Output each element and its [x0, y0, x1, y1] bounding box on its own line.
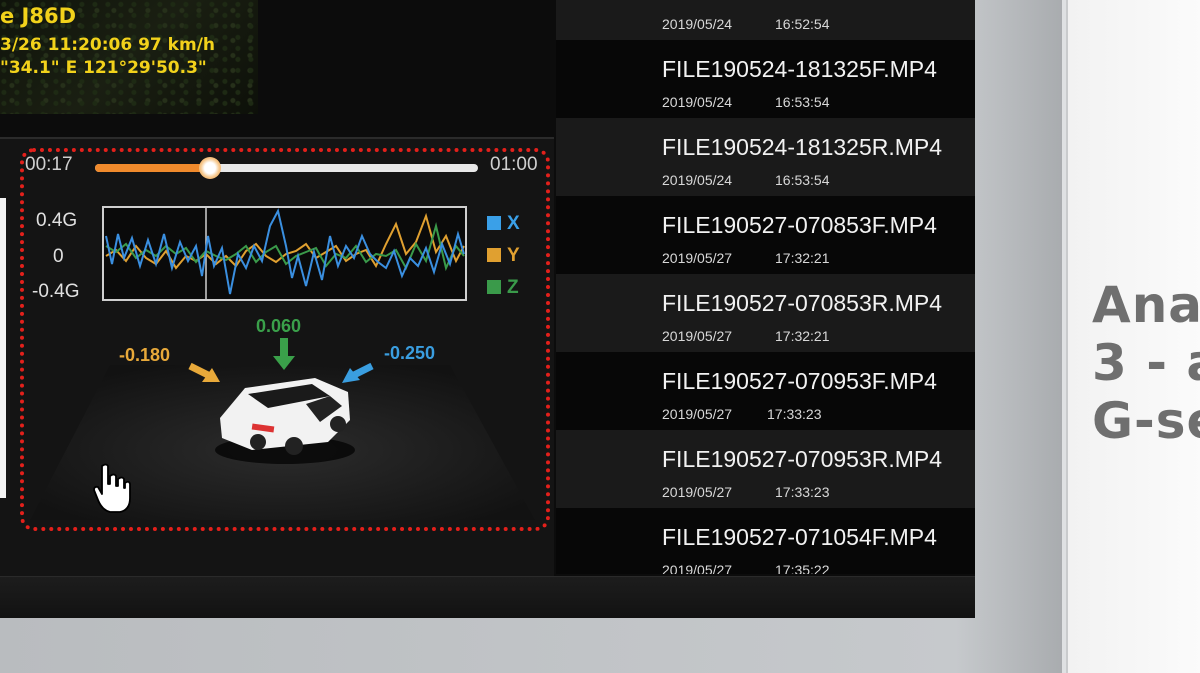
file-row[interactable]: FILE190527-070853F.MP4 2019/05/27 17:32:…	[556, 196, 975, 274]
file-date: 2019/05/24	[662, 172, 733, 188]
file-row[interactable]: FILE190527-070953F.MP4 2019/05/27 17:33:…	[556, 352, 975, 430]
file-date: 2019/05/27	[662, 328, 733, 344]
file-name: FILE190527-070953R.MP4	[662, 446, 943, 472]
video-osd-datetime-speed: 3/26 11:20:06 97 km/h	[0, 35, 216, 55]
promo-line-3: G-se	[1092, 392, 1200, 450]
file-time: 17:33:23	[775, 484, 830, 500]
promo-heading: Ana 3 - a G-se	[1092, 276, 1200, 450]
file-name: FILE190527-070853F.MP4	[662, 212, 937, 238]
map-strip	[0, 198, 6, 498]
file-name: FILE190524-181325R.MP4	[662, 134, 943, 160]
file-date: 2019/05/27	[662, 484, 733, 500]
file-date: 2019/05/24	[662, 16, 733, 32]
file-time: 17:32:21	[775, 328, 830, 344]
highlight-frame	[20, 148, 550, 531]
file-name: FILE190527-071054F.MP4	[662, 524, 937, 550]
app-bottom-bar	[0, 576, 975, 618]
file-date: 2019/05/27	[662, 250, 733, 266]
file-date: 2019/05/27	[662, 562, 733, 574]
file-time: 17:32:21	[775, 250, 830, 266]
file-time: 16:53:54	[775, 172, 830, 188]
file-name: FILE190527-070953F.MP4	[662, 368, 937, 394]
file-row[interactable]: FILE190527-070853R.MP4 2019/05/27 17:32:…	[556, 274, 975, 352]
file-time: 16:53:54	[775, 94, 830, 110]
promo-line-1: Ana	[1092, 276, 1200, 334]
file-time: 17:35:22	[775, 562, 830, 574]
file-row[interactable]: 2019/05/24 16:52:54	[556, 0, 975, 40]
file-time: 17:33:23	[767, 406, 822, 422]
file-row[interactable]: FILE190524-181325F.MP4 2019/05/24 16:53:…	[556, 40, 975, 118]
file-list: 2019/05/24 16:52:54 FILE190524-181325F.M…	[556, 0, 975, 576]
file-name: FILE190524-181325F.MP4	[662, 56, 937, 82]
promo-line-2: 3 - a	[1092, 334, 1200, 392]
file-date: 2019/05/24	[662, 94, 733, 110]
file-time: 16:52:54	[775, 16, 830, 32]
file-row[interactable]: FILE190524-181325R.MP4 2019/05/24 16:53:…	[556, 118, 975, 196]
video-osd-plate: e J86D	[0, 4, 77, 28]
file-row[interactable]: FILE190527-070953R.MP4 2019/05/27 17:33:…	[556, 430, 975, 508]
video-frame[interactable]: e J86D 3/26 11:20:06 97 km/h "34.1" E 12…	[0, 0, 258, 114]
file-row[interactable]: FILE190527-071054F.MP4 2019/05/27 17:35:…	[556, 508, 975, 574]
file-name: FILE190527-070853R.MP4	[662, 290, 943, 316]
file-date: 2019/05/27	[662, 406, 733, 422]
dashcam-player-app: e J86D 3/26 11:20:06 97 km/h "34.1" E 12…	[0, 0, 975, 618]
video-osd-gps: "34.1" E 121°29'50.3"	[0, 58, 207, 78]
